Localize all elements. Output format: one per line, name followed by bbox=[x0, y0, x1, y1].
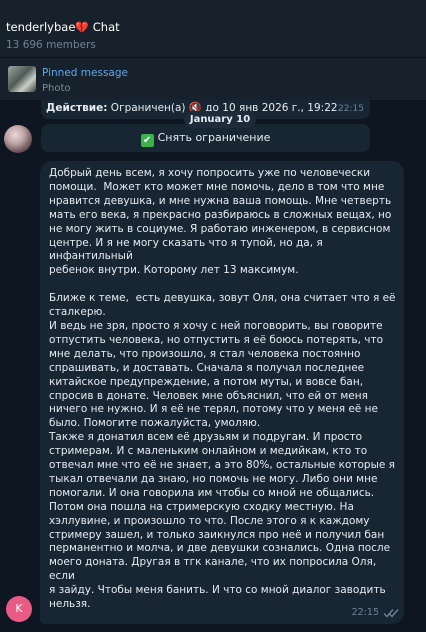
chat-title-suffix: Chat bbox=[89, 20, 120, 34]
unban-button-label: Снять ограничение bbox=[157, 131, 271, 144]
sender-avatar[interactable]: K bbox=[6, 596, 32, 622]
date-separator: January 10 bbox=[184, 111, 256, 128]
service-message-time: 22:15 bbox=[338, 104, 364, 114]
pinned-message-title: Pinned message bbox=[42, 67, 128, 79]
chat-header[interactable]: tenderlybae💔 Chat 13 696 members bbox=[0, 0, 426, 58]
chat-name: tenderlybae bbox=[6, 20, 76, 34]
action-label: Действие: bbox=[46, 102, 108, 114]
message-text: Добрый день всем, я хочу попросить уже п… bbox=[49, 167, 396, 611]
message-time: 22:15 bbox=[351, 607, 379, 618]
message-bubble[interactable]: Добрый день всем, я хочу попросить уже п… bbox=[40, 161, 404, 624]
user-avatar[interactable] bbox=[4, 125, 32, 153]
unban-button[interactable]: ✔ Снять ограничение bbox=[41, 124, 370, 152]
members-count: 13 696 members bbox=[6, 39, 96, 51]
pinned-message-subtitle: Photo bbox=[42, 83, 71, 94]
broken-heart-icon: 💔 bbox=[75, 21, 90, 34]
chat-title: tenderlybae💔 Chat bbox=[6, 20, 120, 34]
pinned-message-bar[interactable]: Pinned message Photo bbox=[0, 58, 426, 101]
double-check-icon bbox=[383, 609, 399, 618]
check-icon: ✔ bbox=[140, 134, 154, 147]
pinned-photo-thumbnail bbox=[8, 66, 36, 92]
